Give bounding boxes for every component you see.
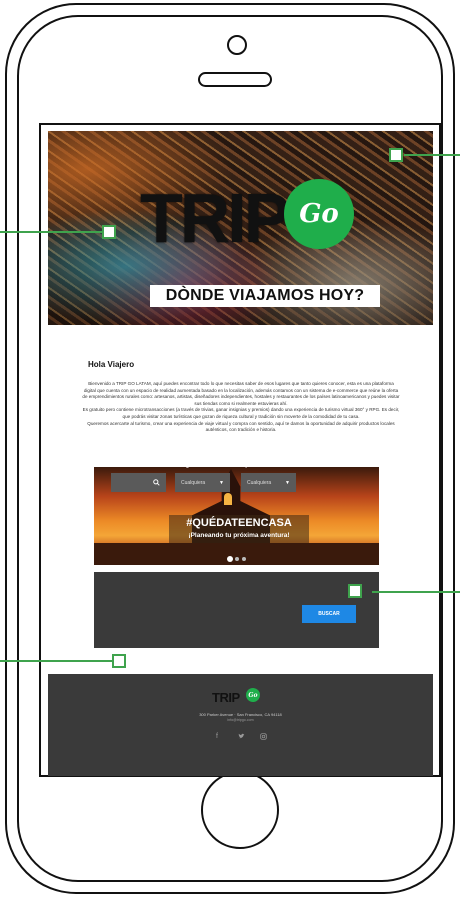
promo-subtitle: ¡Planeando tu próxima aventura! [188, 532, 290, 539]
intro-paragraph: Es gratuito pero contiene microtransacci… [82, 407, 400, 419]
annotation-line [0, 660, 112, 662]
annotation-line [404, 154, 460, 156]
hero-logo-trip: TRIP [140, 179, 290, 257]
annotation-marker [389, 148, 403, 162]
footer: TRIP Go 300 Parker Avenue · San Francisc… [48, 674, 433, 776]
carousel-dot-2[interactable] [235, 557, 239, 561]
footer-logo-trip: TRIP [212, 690, 240, 705]
promo-hashtag: #QUÉDATEENCASA [186, 517, 292, 529]
footer-logo-go: Go [246, 688, 260, 702]
instagram-icon[interactable] [260, 733, 267, 742]
buscar-button[interactable]: BUSCAR [302, 605, 356, 623]
categoria-value: Cualquiera [181, 479, 206, 486]
intro-paragraph: Bienvenido a TRIP GO LATAM, aquí puedes … [82, 381, 400, 406]
caret-down-icon: ▼ [285, 479, 290, 486]
palabra-input[interactable] [111, 473, 166, 492]
caret-down-icon: ▼ [219, 479, 224, 486]
tipo-select[interactable]: Cualquiera ▼ [241, 473, 296, 492]
carousel-dots [228, 557, 246, 561]
carousel-dot-1[interactable] [228, 557, 232, 561]
hero-logo-go: Go [284, 179, 354, 249]
categoria-label: Categoría [175, 463, 199, 469]
annotation-marker [348, 584, 362, 598]
intro-text: Bienvenido a TRIP GO LATAM, aquí puedes … [82, 381, 400, 434]
twitter-icon[interactable] [238, 733, 245, 742]
categoria-select[interactable]: Cualquiera ▼ [175, 473, 230, 492]
search-icon [153, 479, 160, 486]
tipo-label: Tipo [241, 463, 252, 469]
intro-paragraph: Queremos acercarte al turismo, crear una… [87, 420, 395, 433]
hero-caption: DÒNDE VIAJAMOS HOY? [150, 285, 380, 307]
palabra-label: Palabra [112, 463, 131, 469]
facebook-icon[interactable]: f [216, 733, 218, 740]
annotation-marker [102, 225, 116, 239]
annotation-line [372, 591, 460, 593]
ground-silhouette [94, 543, 379, 565]
carousel-dot-3[interactable] [242, 557, 246, 561]
annotation-line [0, 231, 103, 233]
tipo-value: Cualquiera [247, 479, 272, 486]
annotation-marker [112, 654, 126, 668]
welcome-title: Hola Viajero [88, 360, 135, 369]
footer-email: info@tripgo.com [227, 718, 254, 722]
footer-address: 300 Parker Avenue · San Francisco, CA 94… [199, 712, 282, 717]
church-window [224, 493, 232, 505]
